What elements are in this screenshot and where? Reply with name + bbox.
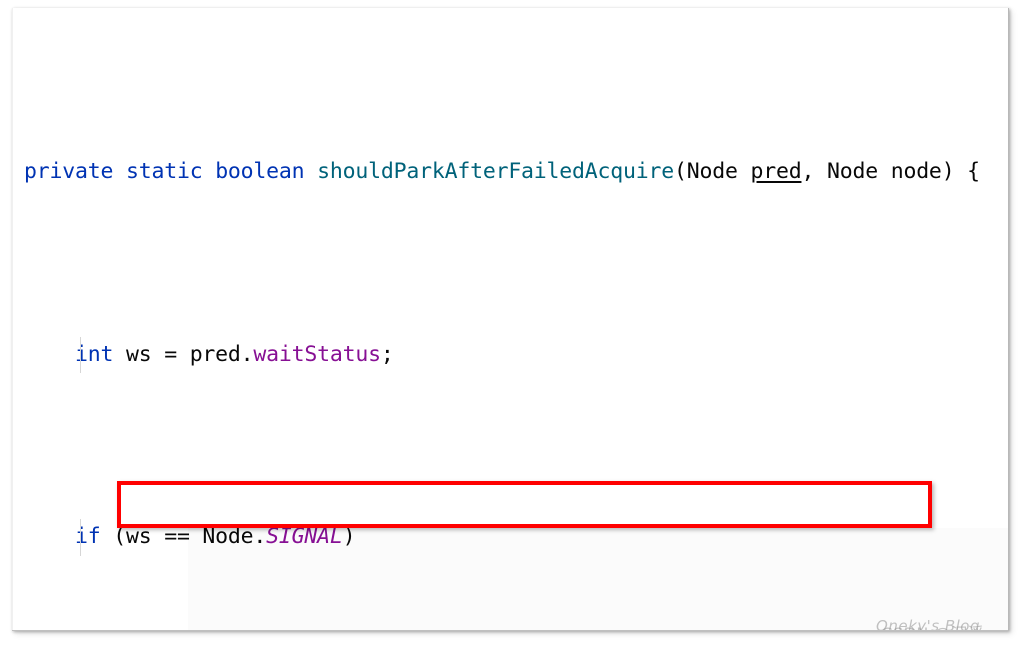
type-node-2: Node <box>826 159 878 184</box>
keyword-private: private <box>24 159 114 184</box>
variable-ws-decl: ws = <box>113 341 190 367</box>
keyword-static: static <box>125 159 203 184</box>
parameter-node[interactable]: node <box>891 159 942 184</box>
method-declaration-name[interactable]: shouldParkAfterFailedAcquire <box>317 159 674 184</box>
code-line-2: int ws = pred.waitStatus; <box>12 336 1008 373</box>
field-waitStatus[interactable]: waitStatus <box>253 342 381 367</box>
constant-signal-1[interactable]: SIGNAL <box>266 524 343 549</box>
code-line-1: private static boolean shouldParkAfterFa… <box>12 154 1008 191</box>
indent-guide <box>80 336 81 373</box>
code-editor-panel[interactable]: private static boolean shouldParkAfterFa… <box>12 8 1009 631</box>
keyword-if-1: if <box>74 524 101 549</box>
signature-tail: ) { <box>941 159 980 184</box>
screenshot-root: private static boolean shouldParkAfterFa… <box>0 0 1022 646</box>
code-line-3: if (ws == Node.SIGNAL) <box>12 519 1008 556</box>
code-block[interactable]: private static boolean shouldParkAfterFa… <box>12 8 1008 630</box>
parameter-pred[interactable]: pred <box>750 159 801 184</box>
keyword-boolean: boolean <box>215 159 305 184</box>
type-node-1: Node <box>686 159 738 184</box>
indent-guide <box>80 519 81 556</box>
if-condition-1: (ws == Node. <box>100 524 267 549</box>
object-pred[interactable]: pred <box>190 342 241 367</box>
paren-open: ( <box>674 159 687 184</box>
comma-1: , <box>801 159 827 184</box>
